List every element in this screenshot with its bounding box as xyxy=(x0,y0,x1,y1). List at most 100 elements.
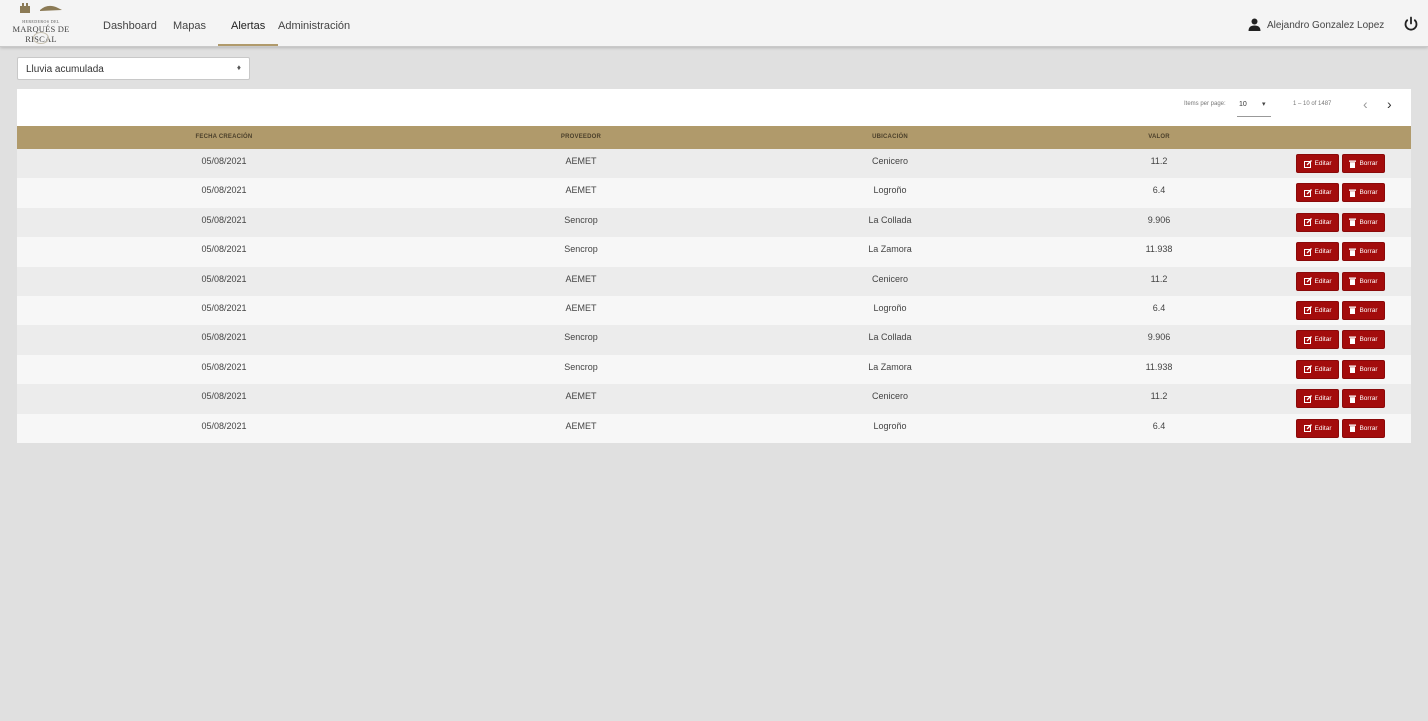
cell-valor: 6.4 xyxy=(1152,185,1166,196)
trash-icon xyxy=(1349,248,1357,256)
edit-button[interactable]: Editar xyxy=(1296,300,1339,320)
trash-icon xyxy=(1349,306,1357,315)
select-arrow-icon: ♦ xyxy=(236,63,241,72)
edit-button[interactable]: Editar xyxy=(1296,359,1339,379)
user-name: Alejandro Gonzalez Lopez xyxy=(1267,20,1385,31)
cell-fecha: 05/08/2021 xyxy=(201,156,247,166)
delete-button[interactable]: Borrar xyxy=(1342,330,1385,350)
cell-fecha: 05/08/2021 xyxy=(201,391,247,402)
cell-ubicacion: La Zamora xyxy=(868,244,912,255)
delete-button[interactable]: Borrar xyxy=(1342,154,1385,173)
delete-button[interactable]: Borrar xyxy=(1342,183,1385,203)
table-row: 05/08/2021 AEMET Cenicero 11.2 Editar Borrar xyxy=(17,149,1411,179)
table-row: 05/08/2021 AEMET Logroño 6.4 Editar Borrar xyxy=(17,413,1411,443)
delete-button[interactable]: Borrar xyxy=(1342,212,1385,232)
cell-ubicacion: Cenicero xyxy=(871,391,909,402)
edit-icon xyxy=(1303,335,1312,344)
alert-type-select-value: Lluvia acumulada xyxy=(26,64,104,75)
edit-button[interactable]: Editar xyxy=(1296,183,1339,203)
cell-fecha: 05/08/2021 xyxy=(201,244,247,255)
paginator: Items per page: 10 ▾ 1 – 10 of 1487 ‹ › xyxy=(17,89,1411,126)
nav-administracion[interactable]: Administración xyxy=(278,20,350,32)
edit-button[interactable]: Editar xyxy=(1296,154,1339,173)
cell-valor: 11.938 xyxy=(1145,244,1173,255)
delete-button[interactable]: Borrar xyxy=(1342,300,1385,320)
edit-button-label: Editar xyxy=(1314,365,1332,373)
cell-proveedor: AEMET xyxy=(565,302,597,313)
edit-icon xyxy=(1303,306,1312,315)
chevron-left-icon[interactable]: ‹ xyxy=(1363,96,1368,112)
column-header-ubicacion[interactable]: UBICACIÓN xyxy=(872,134,908,140)
trash-icon xyxy=(1349,336,1357,344)
cell-valor: 11.2 xyxy=(1150,156,1168,166)
edit-button[interactable]: Editar xyxy=(1296,242,1339,262)
edit-button[interactable]: Editar xyxy=(1296,389,1339,409)
trash-icon xyxy=(1349,395,1357,403)
nav-mapas[interactable]: Mapas xyxy=(173,20,206,32)
table-row: 05/08/2021 Sencrop La Collada 9.906 Editar Bo… xyxy=(17,207,1411,238)
logo-seal xyxy=(33,32,49,44)
cell-fecha: 05/08/2021 xyxy=(201,420,247,431)
edit-icon xyxy=(1303,188,1312,197)
alerts-table-panel: Items per page: 10 ▾ 1 – 10 of 1487 ‹ › … xyxy=(17,89,1411,443)
caret-down-icon: ▾ xyxy=(1262,101,1266,108)
nav-dashboard[interactable]: Dashboard xyxy=(103,20,157,32)
edit-button-label: Editar xyxy=(1314,395,1332,403)
chevron-right-icon[interactable]: › xyxy=(1387,96,1392,112)
cell-fecha: 05/08/2021 xyxy=(201,332,247,343)
edit-button[interactable]: Editar xyxy=(1296,418,1339,438)
cell-ubicacion: Logroño xyxy=(873,302,907,313)
cell-fecha: 05/08/2021 xyxy=(201,273,247,284)
delete-button-label: Borrar xyxy=(1359,277,1378,285)
cell-valor: 6.4 xyxy=(1152,420,1166,431)
active-tab-indicator xyxy=(218,44,278,46)
edit-icon xyxy=(1303,218,1312,227)
delete-button[interactable]: Borrar xyxy=(1342,418,1385,438)
column-header-fecha[interactable]: FECHA CREACIÓN xyxy=(196,134,253,140)
delete-button-label: Borrar xyxy=(1359,365,1378,373)
delete-button-label: Borrar xyxy=(1359,189,1378,197)
delete-button[interactable]: Borrar xyxy=(1342,271,1385,291)
delete-button-label: Borrar xyxy=(1359,160,1378,167)
column-header-proveedor[interactable]: PROVEEDOR xyxy=(561,134,601,140)
cell-fecha: 05/08/2021 xyxy=(201,185,247,196)
edit-button-label: Editar xyxy=(1314,277,1332,285)
cell-proveedor: Sencrop xyxy=(564,332,598,343)
edit-button[interactable]: Editar xyxy=(1296,330,1339,350)
delete-button[interactable]: Borrar xyxy=(1342,359,1385,379)
power-icon[interactable] xyxy=(1403,16,1419,32)
table-row: 05/08/2021 AEMET Logroño 6.4 Editar Borrar xyxy=(17,295,1411,326)
table-row: 05/08/2021 AEMET Cenicero 11.2 Editar Borrar xyxy=(17,384,1411,414)
page-size-select[interactable]: 10 ▾ xyxy=(1237,95,1271,117)
cell-valor: 11.2 xyxy=(1150,273,1168,284)
cell-valor: 9.906 xyxy=(1147,332,1171,343)
cell-ubicacion: Logroño xyxy=(873,420,907,431)
alert-type-select[interactable]: Lluvia acumulada ♦ xyxy=(17,57,250,80)
nav-alertas[interactable]: Alertas xyxy=(231,20,265,32)
table-row: 05/08/2021 Sencrop La Collada 9.906 Editar Bo… xyxy=(17,325,1411,355)
cell-proveedor: AEMET xyxy=(565,156,597,166)
cell-ubicacion: La Collada xyxy=(868,332,912,343)
cell-ubicacion: La Zamora xyxy=(868,361,912,372)
edit-button[interactable]: Editar xyxy=(1296,271,1339,291)
trash-icon xyxy=(1349,277,1357,286)
trash-icon xyxy=(1349,160,1357,168)
cell-valor: 11.2 xyxy=(1150,391,1168,402)
edit-button-label: Editar xyxy=(1314,218,1332,226)
delete-button-label: Borrar xyxy=(1359,424,1378,432)
table-row: 05/08/2021 Sencrop La Zamora 11.938 Editar Bo… xyxy=(17,354,1411,385)
cell-proveedor: AEMET xyxy=(565,420,597,431)
trash-icon xyxy=(1349,218,1357,227)
cell-valor: 6.4 xyxy=(1152,302,1166,313)
delete-button-label: Borrar xyxy=(1359,336,1378,344)
edit-icon xyxy=(1303,159,1312,168)
edit-icon xyxy=(1303,365,1312,374)
delete-button[interactable]: Borrar xyxy=(1342,242,1385,262)
brand-logo[interactable]: HEREDEROS DEL MARQUÉS DE RISCAL xyxy=(4,2,78,44)
cell-proveedor: AEMET xyxy=(565,391,597,402)
cell-proveedor: Sencrop xyxy=(564,244,598,255)
edit-button[interactable]: Editar xyxy=(1296,212,1339,232)
edit-button-label: Editar xyxy=(1314,336,1332,344)
delete-button[interactable]: Borrar xyxy=(1342,389,1385,409)
column-header-valor[interactable]: VALOR xyxy=(1148,134,1170,140)
